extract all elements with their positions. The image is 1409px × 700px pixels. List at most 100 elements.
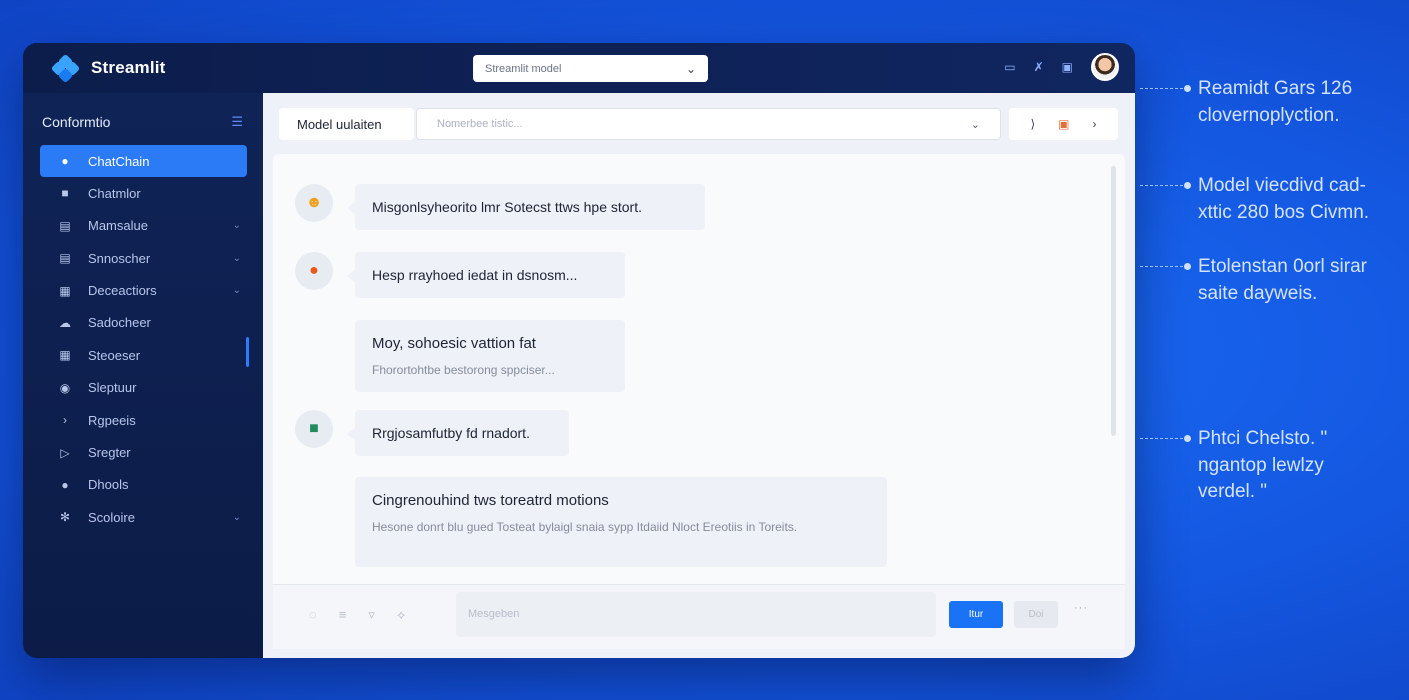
app-name: Streamlit <box>91 58 166 77</box>
callout-line: xttic 280 bos Civmn. <box>1198 201 1370 223</box>
callout-connector <box>1140 88 1188 89</box>
callout-text: Phtci Chelsto. " ngantop lewlzy verdel. … <box>1198 426 1409 506</box>
main-area: Model uulaiten Nomerbee tistic... ⌄ ⟩ ▣ … <box>263 93 1135 658</box>
user-icon: ● <box>295 252 333 290</box>
sidebar-item-rgpeeis[interactable]: › Rgpeeis <box>40 404 247 436</box>
chat-scrollbar[interactable] <box>1111 166 1116 436</box>
model-input-placeholder: Nomerbee tistic... <box>437 118 523 130</box>
chat-message: Hesp rrayhoed iedat in dsnosm... <box>347 252 625 298</box>
top-bar: Streamlit Streamlit model ⌄ ▭ ✗ ▣ <box>23 43 1135 93</box>
sidebar-item-label: Steoeser <box>88 347 141 363</box>
chevron-right-icon: › <box>63 413 67 428</box>
pin-icon[interactable]: ⟡ <box>397 607 406 623</box>
chevron-down-icon: ⌄ <box>970 119 980 131</box>
sidebar-item-steoeser[interactable]: ▦ Steoeser <box>40 339 247 371</box>
callout-connector <box>1140 185 1188 186</box>
database-icon: ▤ <box>59 218 71 233</box>
more-options-button[interactable]: ··· <box>1074 602 1088 614</box>
sidebar-item-chatchain[interactable]: ● ChatChain <box>40 145 247 177</box>
gear-icon: ✻ <box>59 510 71 525</box>
model-label: Model uulaiten <box>279 108 414 140</box>
globe-icon: ◉ <box>59 380 71 395</box>
chevron-down-icon: ⌄ <box>685 61 696 76</box>
list-icon: ▤ <box>59 251 71 266</box>
menu-icon[interactable]: ☰ <box>231 114 243 130</box>
callout-text: Model viecdivd cad- xttic 280 bos Civmn. <box>1198 173 1409 226</box>
callout-line: Model viecdivd cad- <box>1198 175 1366 196</box>
sidebar-item-label: Scoloire <box>88 509 135 525</box>
top-icons: ▭ ✗ ▣ <box>1004 53 1119 81</box>
message-title: Cingrenouhind tws toreatrd motions <box>372 492 609 509</box>
sidebar-item-label: ChatChain <box>88 153 150 169</box>
stop-button[interactable]: Doi <box>1014 601 1058 628</box>
composer: ◌ ≡ ▿ ⟡ Mesgeben Itur Doi ··· <box>273 584 1125 649</box>
window-icon[interactable]: ▭ <box>1004 60 1015 74</box>
message-input-placeholder: Mesgeben <box>468 608 520 620</box>
message-input[interactable]: Mesgeben <box>456 592 936 637</box>
sidebar-item-label: Deceactiors <box>88 283 157 299</box>
chevron-down-icon: ⌄ <box>232 511 241 523</box>
chevron-down-icon: ⌄ <box>232 285 241 297</box>
callout-dot <box>1184 263 1191 270</box>
filter-icon[interactable]: ▿ <box>368 607 375 623</box>
message-text: Misgonlsyheorito lmr Sotecst ttws hpe st… <box>372 199 642 215</box>
chat-panel: ☻ Misgonlsyheorito lmr Sotecst ttws hpe … <box>273 154 1125 584</box>
attach-icon[interactable]: ◌ <box>309 607 317 623</box>
callout-line: clovernoplyction. <box>1198 104 1340 126</box>
sidebar-item-label: Sregter <box>88 445 131 461</box>
sidebar-scrollbar[interactable] <box>246 337 249 367</box>
bot-orange-icon: ☻ <box>295 184 333 222</box>
sidebar-item-sregter[interactable]: ▷ Sregter <box>40 437 247 469</box>
message-title: Moy, sohoesic vattion fat <box>372 335 536 352</box>
chat-icon: ● <box>61 154 69 168</box>
format-icon[interactable]: ≡ <box>339 607 347 623</box>
callout-connector <box>1140 438 1188 439</box>
model-search-input[interactable]: Nomerbee tistic... ⌄ <box>416 108 1001 140</box>
model-bar: Model uulaiten Nomerbee tistic... ⌄ ⟩ ▣ … <box>279 108 1119 141</box>
grid-icon: ▦ <box>59 348 71 363</box>
trash-icon[interactable]: ▣ <box>1058 117 1069 131</box>
callout-line: Etolenstan 0orl sirar <box>1198 256 1367 277</box>
streamlit-logo-icon <box>50 53 81 84</box>
sidebar-item-sleptuur[interactable]: ◉ Sleptuur <box>40 372 247 404</box>
cloud-icon: ☁ <box>59 315 71 330</box>
callout-line: Phtci Chelsto. " <box>1198 428 1328 449</box>
top-model-select[interactable]: Streamlit model ⌄ <box>473 55 708 82</box>
sidebar-item-sadocheer[interactable]: ☁ Sadocheer <box>40 307 247 339</box>
chat-message-card: Moy, sohoesic vattion fat Fhorortohtbe b… <box>355 320 625 392</box>
callout-dot <box>1184 435 1191 442</box>
sidebar-item-scoloire[interactable]: ✻ Scoloire ⌄ <box>40 501 247 533</box>
callout-line: saite dayweis. <box>1198 282 1318 304</box>
next-icon[interactable]: › <box>1092 117 1096 131</box>
sidebar-item-chatmlor[interactable]: ■ Chatmlor <box>40 177 247 209</box>
sidebar-item-deceactiors[interactable]: ▦ Deceactiors ⌄ <box>40 275 247 307</box>
table-icon: ▦ <box>59 283 71 298</box>
chevron-down-icon: ⌄ <box>232 252 241 264</box>
user-avatar[interactable] <box>1091 53 1119 81</box>
bot-green-icon: ■ <box>295 410 333 448</box>
sidebar-item-dhools[interactable]: ● Dhools <box>40 469 247 501</box>
sidebar-item-snnoscher[interactable]: ▤ Snnoscher ⌄ <box>40 242 247 274</box>
message-subtext: Hesone donrt blu gued Tosteat bylaigl sn… <box>372 520 798 534</box>
message-avatar-row: ☻ <box>295 184 333 222</box>
send-button[interactable]: Itur <box>949 601 1003 628</box>
translate-icon[interactable]: ✗ <box>1034 60 1044 74</box>
notification-icon[interactable]: ▣ <box>1062 60 1073 74</box>
brand[interactable]: Streamlit <box>50 53 166 84</box>
callout-text: Etolenstan 0orl sirar saite dayweis. <box>1198 254 1409 307</box>
sidebar-nav: ● ChatChain ■ Chatmlor ▤ Mamsalue ⌄ ▤ Sn… <box>40 145 247 534</box>
callout-connector <box>1140 266 1188 267</box>
sidebar-item-label: Chatmlor <box>88 185 141 201</box>
play-icon: ▷ <box>60 445 70 460</box>
callout-line: verdel. " <box>1198 481 1268 503</box>
callout-text: Reamidt Gars 126 clovernoplyction. <box>1198 76 1409 129</box>
chat-message: Rrgjosamfutby fd rnadort. <box>347 410 569 456</box>
sidebar-item-label: Sleptuur <box>88 380 137 396</box>
sidebar-header: Conformtio ☰ <box>42 114 243 130</box>
brace-icon[interactable]: ⟩ <box>1030 117 1035 131</box>
sidebar-item-label: Dhools <box>88 477 129 493</box>
sidebar-item-mamsalue[interactable]: ▤ Mamsalue ⌄ <box>40 210 247 242</box>
composer-tools: ◌ ≡ ▿ ⟡ <box>309 607 405 623</box>
model-actions: ⟩ ▣ › <box>1009 108 1118 140</box>
callout-dot <box>1184 182 1191 189</box>
